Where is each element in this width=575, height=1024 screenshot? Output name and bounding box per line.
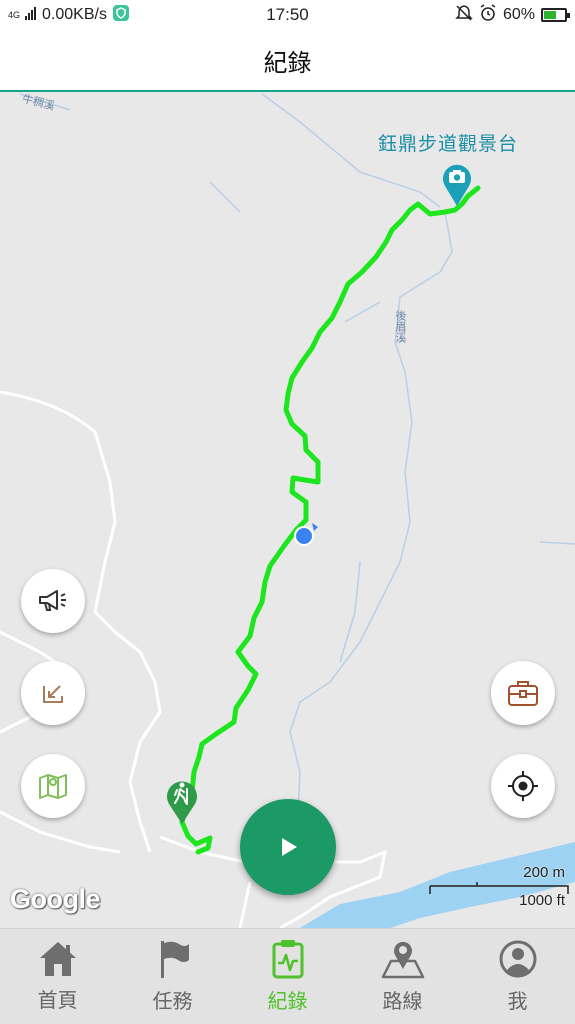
signal-icon [25, 6, 37, 25]
mute-icon [455, 4, 473, 27]
nav-records[interactable]: 紀錄 [230, 929, 345, 1024]
app-header: 紀錄 [0, 30, 575, 92]
briefcase-icon [508, 681, 538, 706]
signal-indicator: 4G [8, 9, 21, 20]
battery-percent: 60% [502, 6, 535, 23]
map-layers-button[interactable] [21, 754, 85, 818]
megaphone-icon [39, 590, 66, 611]
nav-tasks[interactable]: 任務 [115, 929, 230, 1024]
map-scale: 200 m 1000 ft [419, 862, 569, 912]
current-location-dot [292, 523, 322, 553]
page-title: 紀錄 [263, 48, 312, 77]
record-play-button[interactable] [240, 799, 336, 895]
nav-routes-label: 路線 [382, 989, 423, 1013]
scale-imperial: 1000 ft [519, 892, 565, 909]
shield-icon [112, 4, 130, 27]
map-icon [39, 774, 67, 799]
play-icon [282, 838, 297, 856]
status-bar: 4G 0.00KB/s 17:50 60% [0, 0, 575, 30]
clipboard-icon [272, 940, 303, 979]
scale-metric: 200 m [523, 864, 565, 881]
route-map-icon [381, 941, 424, 979]
bottom-nav: 首頁 任務 紀錄 路線 我 [0, 928, 575, 1024]
home-icon [39, 942, 76, 976]
nav-home[interactable]: 首頁 [0, 929, 115, 1024]
river-label-houmei: 後眉溪 [394, 310, 407, 343]
alarm-icon [479, 3, 497, 27]
google-logo: Google [10, 884, 101, 914]
map-view[interactable]: 牛稠溪 後眉溪 鈺鼎步道觀景台 Google 200 m 1000 ft [0, 92, 575, 928]
battery-icon [541, 8, 570, 22]
collapse-button[interactable] [21, 661, 85, 725]
poi-camera-marker[interactable] [441, 160, 473, 212]
poi-label: 鈺鼎步道觀景台 [378, 133, 519, 155]
nav-records-label: 紀錄 [267, 989, 308, 1013]
start-hiker-marker[interactable] [165, 776, 199, 830]
arrow-down-left-icon [43, 685, 63, 703]
nav-tasks-label: 任務 [152, 989, 193, 1013]
toolbox-button[interactable] [491, 661, 555, 725]
locate-button[interactable] [491, 754, 555, 818]
announce-button[interactable] [21, 569, 85, 633]
nav-home-label: 首頁 [37, 988, 78, 1012]
network-speed: 0.00KB/s [42, 6, 107, 23]
user-icon [499, 940, 536, 978]
nav-me[interactable]: 我 [460, 929, 575, 1024]
nav-routes[interactable]: 路線 [345, 929, 460, 1024]
flag-icon [160, 941, 189, 978]
camera-icon [443, 164, 471, 206]
hiker-icon [167, 781, 197, 824]
nav-me-label: 我 [507, 989, 528, 1013]
crosshair-icon [508, 771, 538, 801]
